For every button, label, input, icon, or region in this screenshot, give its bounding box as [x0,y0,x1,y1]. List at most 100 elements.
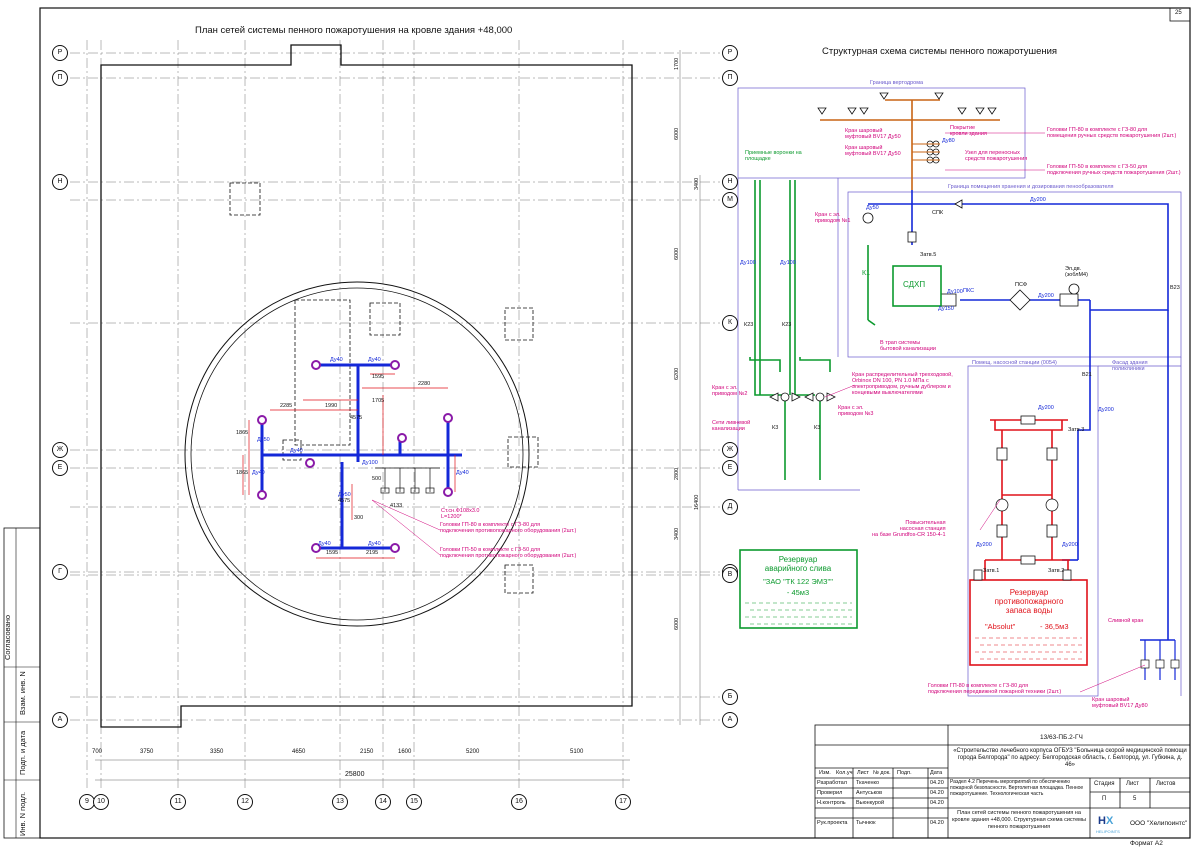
plan-grid [70,40,720,790]
plan-dimension: 2195 [366,550,379,556]
plan-dimension: 1865 [236,430,249,436]
column-axis: 13 [332,794,348,810]
zone-label-heliport: Граница вертодрома [870,80,924,86]
scheme-pipe-size: Ду200 [1098,407,1114,413]
side-label-replaces: Взам. инв. N [18,671,27,715]
plan-dimension: 1595 [372,374,385,380]
gp80-mobile-note: Головки ГП-80 в комплекте с ГЗ-80 для по… [928,683,1062,695]
pks-label: ПКС [963,288,975,294]
title-block-name: Тычнюк [856,820,876,826]
zone-label-facade: Фасад здания поликлиники [1112,360,1148,372]
title-block-name: Ткаченко [856,780,880,786]
plan-dimension: 300 [354,515,364,521]
plan-dimension: 1705 [372,398,385,404]
plan-dimension: 500 [372,476,382,482]
k3b-label: К3 [814,425,821,431]
pump-station-note: Повысительная насосная станция на базе G… [872,520,946,538]
k3a-label: К3 [772,425,779,431]
company-logo: HX [1098,815,1114,827]
plan-pipe-label: Ду100 [362,460,378,466]
plan-dimension: 2285 [280,403,293,409]
plan-note-pipe: Ст.сн.Ф108х3.0 L=1200* [441,508,480,520]
row-axis-right: Р [722,45,738,61]
drawing-sheet: 25 Формат А2 Согласовано Взам. инв. N По… [0,0,1199,849]
right-dimension: 16400 [694,494,700,510]
portable-unit-label: Узел для переносных средств пожаротушени… [965,150,1028,162]
plan-pipe-label: Ду50 [257,437,270,443]
side-label-inventory: Инв. N подл. [18,791,27,836]
bottom-dimension: 3350 [210,749,224,755]
column-axis: 15 [406,794,422,810]
title-block-role: Рук.проекта [817,820,848,826]
bottom-dimension: 700 [92,749,103,755]
scheme-pipe-size: Ду200 [1062,542,1078,548]
k1-label: К1 [862,270,870,277]
row-axis-left: Г [52,564,68,580]
scheme-pipe-size: Ду100 [947,289,963,295]
company-logo-text: HELIPOINTS [1096,829,1120,834]
row-axis-left: Н [52,174,68,190]
motor-label: Эл.дв. (зоблМ4) [1065,266,1088,278]
gate-3-label: Затв.3 [1068,427,1085,433]
sheets-header: Листов [1156,781,1176,787]
drain-pipes [749,180,876,480]
ball-valve-3-label: Кран шаровый муфтовый BV17 Ду80 [1092,697,1148,709]
v23-label: В23 [1170,285,1180,291]
row-axis-left: Р [52,45,68,61]
plan-dimension: 1865 [236,470,249,476]
title-block-name: Вьюнкурой [856,800,885,806]
zone-label-foam-room: Граница помещения хранения и дозирования… [948,184,1114,190]
tank1-volume: - 45м3 [786,588,810,597]
tank1-name: "ЗАО "ТК 122 ЭМЗ"" [763,577,833,586]
scheme-title: Структурная схема системы пенного пожаро… [822,46,1058,57]
plan-dimension: 1990 [325,403,338,409]
column-axis: 12 [237,794,253,810]
row-axis-right: М [722,192,738,208]
plan-dimension: 1595 [326,550,339,556]
sheet-name: План сетей системы пенного пожаротушения… [952,810,1086,830]
plan-pipe-label: Ду40 [318,541,331,547]
k23a-label: К23 [744,322,754,328]
bottom-dimension: 1600 [398,749,412,755]
ball-valve-2-label: Кран шаровый муфтовый BV17 Ду50 [845,145,901,157]
title-block-date: 04.20 [930,800,944,806]
plan-dimension: 4575 [350,415,363,421]
valve-1-label: Кран с эл. приводом №1 [815,212,851,224]
column-axis: 14 [375,794,391,810]
row-axis-right: Ж [722,442,738,458]
three-way-valve-note: Кран распределительный трехходовой, Orbi… [852,372,953,396]
stage-header: Стадия [1094,781,1115,787]
title-block-header-cell: № док. [873,770,891,776]
title-block-header-cell: Кол.уч [836,770,853,776]
plan-dimension: 2280 [418,381,431,387]
row-axis-left: А [52,712,68,728]
funnels-label: Приемные воронки на площадке [745,150,802,162]
row-axis-right: В [722,567,738,583]
right-dimension: 3400 [674,527,680,540]
scheme-pipe-size: Ду80 [942,138,955,144]
valve-2-label: Кран с эл. приводом №2 [712,385,748,397]
row-axis-right: П [722,70,738,86]
scheme-pipe-size: Ду200 [976,542,992,548]
row-axis-right: А [722,712,738,728]
plan-dimension: 4133 [390,503,403,509]
title-block-date: 04.20 [930,820,944,826]
row-axis-right: Д [722,499,738,515]
scheme-pipe-size: Ду200 [1030,197,1046,203]
bottom-dimension: 4650 [292,749,306,755]
sheet-number: 25 [1175,10,1182,16]
scheme-pipe-size: Ду200 [1038,405,1054,411]
title-block-role: Проверил [817,790,843,796]
sewer-trap-label: В трап системы бытовой канализации [880,340,936,352]
row-axis-left: Е [52,460,68,476]
title-block-header-cell: Дата [930,770,943,776]
bottom-dimension: 3750 [140,749,154,755]
building-outline [100,44,633,728]
plan-pipe-label: Ду40 [290,448,303,454]
plan-dimension-marks [242,373,456,559]
tank2-name: "Absolut" [985,622,1016,631]
scheme-pipe-size: Ду100 [780,260,796,266]
k23b-label: К23 [782,322,792,328]
hydrant-heads [1140,659,1180,669]
right-dimension: 1700 [674,57,680,70]
